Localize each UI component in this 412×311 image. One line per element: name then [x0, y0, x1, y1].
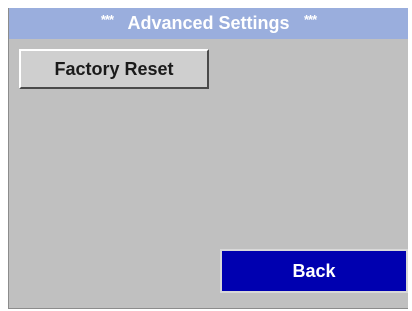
- title-stars-left: ***: [100, 12, 114, 27]
- title-bar: *** Advanced Settings ***: [9, 8, 408, 39]
- factory-reset-button[interactable]: Factory Reset: [19, 49, 209, 89]
- settings-screen: *** Advanced Settings *** Factory Reset …: [8, 8, 408, 309]
- page-title: Advanced Settings: [127, 13, 290, 33]
- back-button[interactable]: Back: [220, 249, 408, 293]
- title-stars-right: ***: [303, 12, 317, 27]
